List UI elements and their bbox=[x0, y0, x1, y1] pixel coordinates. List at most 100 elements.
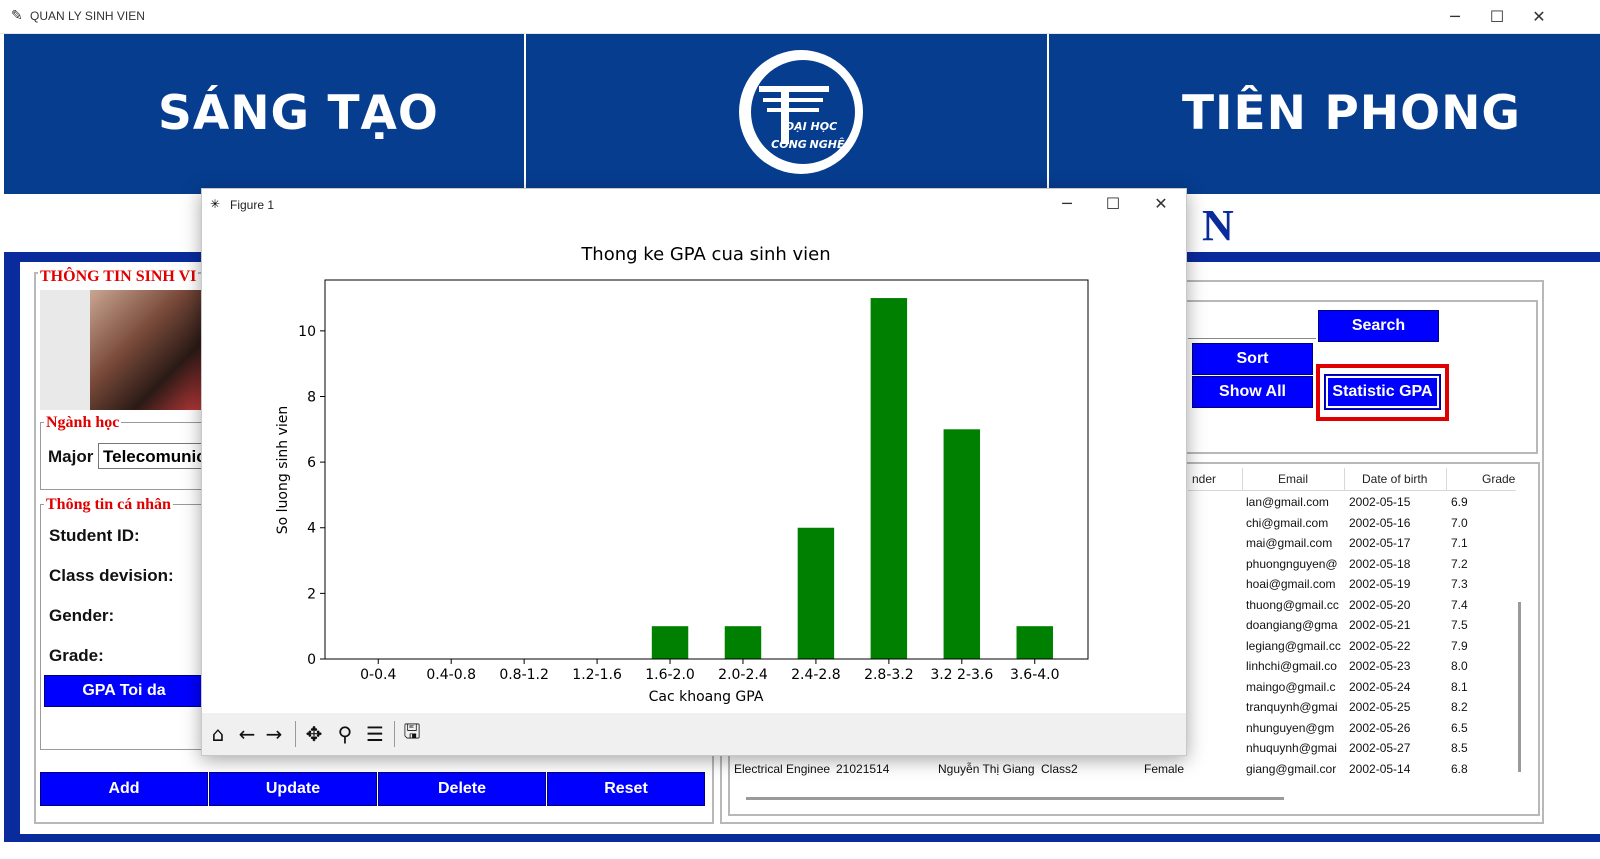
figure-window: ✳ Figure 1 ─ ☐ ✕ Thong ke GPA cua sinh v… bbox=[201, 188, 1187, 756]
table-cell-dob: 2002-05-25 bbox=[1349, 700, 1411, 714]
x-tick-label: 0.8-1.2 bbox=[499, 667, 549, 683]
save-icon[interactable]: 🖫 bbox=[398, 719, 426, 747]
header-grade[interactable]: Grade bbox=[1482, 472, 1515, 486]
student-photo bbox=[90, 290, 204, 410]
table-cell-grade: 8.5 bbox=[1451, 741, 1468, 755]
major-input[interactable]: Telecomunic bbox=[98, 443, 204, 469]
table-cell-grade: 6.9 bbox=[1451, 495, 1468, 509]
configure-subplots-icon[interactable]: ☰ bbox=[361, 721, 389, 747]
minimize-icon[interactable]: ─ bbox=[1432, 0, 1478, 33]
y-tick-label: 0 bbox=[307, 652, 316, 668]
table-cell-email: phuongnguyen@ bbox=[1246, 556, 1338, 571]
bar-9 bbox=[1016, 626, 1053, 659]
gender-label: Gender: bbox=[49, 606, 115, 625]
show-all-button[interactable]: Show All bbox=[1192, 376, 1313, 408]
figure-maximize-icon[interactable]: ☐ bbox=[1090, 188, 1136, 219]
zoom-icon[interactable]: ⚲ bbox=[331, 721, 359, 747]
table-cell-dob: 2002-05-15 bbox=[1349, 495, 1411, 509]
major-group-title: Ngành học bbox=[44, 414, 122, 432]
x-tick-label: 2.4-2.8 bbox=[791, 667, 841, 683]
table-cell-email: lan@gmail.com bbox=[1246, 495, 1329, 509]
home-icon[interactable]: ⌂ bbox=[204, 721, 232, 747]
figure-minimize-icon[interactable]: ─ bbox=[1044, 188, 1090, 219]
personal-group-title: Thông tin cá nhân bbox=[44, 496, 173, 514]
table-cell-grade: 7.4 bbox=[1451, 597, 1468, 612]
gpa-bar-chart: Thong ke GPA cua sinh vien Cac khoang GP… bbox=[275, 244, 1089, 705]
logo-line-2b: NGHỆ bbox=[810, 137, 845, 151]
table-cell-grade: 8.0 bbox=[1451, 659, 1468, 673]
table-cell-dob: 2002-05-22 bbox=[1349, 638, 1411, 653]
bar-4 bbox=[651, 626, 689, 659]
table-cell-dob: 2002-05-27 bbox=[1349, 741, 1411, 755]
statistic-gpa-button[interactable]: Statistic GPA bbox=[1324, 374, 1441, 410]
maximize-icon[interactable]: ☐ bbox=[1474, 0, 1520, 33]
banner-right-text: TIÊN PHONG bbox=[1182, 86, 1521, 141]
table-cell-grade: 7.5 bbox=[1451, 618, 1468, 632]
row-last-name: Nguyễn Thị Giang bbox=[938, 762, 1035, 776]
subtitle-fragment: N bbox=[1202, 201, 1234, 250]
y-tick-label: 8 bbox=[307, 389, 316, 405]
student-info-title: THÔNG TIN SINH VI bbox=[38, 268, 199, 286]
table-cell-dob: 2002-05-18 bbox=[1349, 556, 1411, 571]
table-cell-email: nhuquynh@gmai bbox=[1246, 741, 1337, 755]
table-cell-email: tranquynh@gmai bbox=[1246, 700, 1338, 714]
table-header-row bbox=[1188, 468, 1516, 491]
table-cell-grade: 7.1 bbox=[1451, 536, 1468, 550]
header-gender[interactable]: nder bbox=[1192, 472, 1216, 486]
window-title: QUAN LY SINH VIEN bbox=[30, 9, 145, 23]
row-last-id: 21021514 bbox=[836, 762, 890, 776]
x-tick-label: 3.2 2-3.6 bbox=[930, 667, 993, 683]
reset-button[interactable]: Reset bbox=[547, 772, 705, 806]
row-last-email: giang@gmail.cor bbox=[1246, 762, 1337, 776]
table-cell-grade: 8.2 bbox=[1451, 700, 1468, 714]
search-button[interactable]: Search bbox=[1318, 310, 1439, 342]
pan-icon[interactable]: ✥ bbox=[300, 721, 328, 747]
row-last-gender: Female bbox=[1144, 762, 1185, 776]
x-axis-label: Cac khoang GPA bbox=[649, 689, 764, 705]
y-tick-label: 4 bbox=[307, 521, 316, 537]
table-cell-dob: 2002-05-26 bbox=[1349, 720, 1411, 735]
back-arrow-icon[interactable]: ← bbox=[233, 721, 261, 747]
figure-title-bar: ✳ Figure 1 ─ ☐ ✕ bbox=[202, 189, 1186, 220]
row-last-class: Class2 bbox=[1041, 762, 1078, 776]
add-button[interactable]: Add bbox=[40, 772, 208, 806]
class-label: Class devision: bbox=[49, 566, 174, 585]
bar-7 bbox=[870, 298, 908, 659]
student-id-label: Student ID: bbox=[49, 526, 140, 545]
sort-button[interactable]: Sort bbox=[1192, 343, 1313, 375]
forward-arrow-icon[interactable]: → bbox=[260, 721, 288, 747]
update-button[interactable]: Update bbox=[209, 772, 377, 806]
feather-icon: ✎ bbox=[11, 7, 23, 23]
x-tick-label: 3.6-4.0 bbox=[1010, 667, 1060, 683]
table-cell-email: chi@gmail.com bbox=[1246, 515, 1329, 530]
table-cell-dob: 2002-05-24 bbox=[1349, 679, 1411, 694]
y-ticks-group: 0 2 4 6 8 10 bbox=[298, 324, 325, 668]
close-icon[interactable]: ✕ bbox=[1516, 0, 1562, 33]
major-label: Major bbox=[48, 447, 94, 466]
search-input[interactable] bbox=[1188, 312, 1316, 339]
table-cell-grade: 6.5 bbox=[1451, 720, 1468, 735]
table-cell-grade: 7.2 bbox=[1451, 556, 1468, 571]
table-cell-grade: 7.3 bbox=[1451, 577, 1468, 591]
table-cell-dob: 2002-05-20 bbox=[1349, 597, 1411, 612]
x-tick-label: 1.6-2.0 bbox=[645, 667, 695, 683]
x-tick-label: 2.0-2.4 bbox=[718, 667, 768, 683]
table-cell-email: hoai@gmail.com bbox=[1246, 577, 1336, 591]
bars-group bbox=[651, 298, 1053, 659]
gpa-max-button[interactable]: GPA Toi da bbox=[44, 675, 204, 707]
delete-button[interactable]: Delete bbox=[378, 772, 546, 806]
figure-title: Figure 1 bbox=[230, 198, 275, 212]
table-cell-email: maingo@gmail.c bbox=[1246, 679, 1336, 694]
vertical-scrollbar[interactable] bbox=[1518, 602, 1521, 772]
bar-6 bbox=[797, 527, 835, 659]
bar-8 bbox=[943, 429, 981, 659]
horizontal-scrollbar[interactable] bbox=[746, 797, 1284, 800]
table-cell-email: doangiang@gma bbox=[1246, 618, 1338, 632]
figure-close-icon[interactable]: ✕ bbox=[1138, 188, 1184, 219]
header-dob[interactable]: Date of birth bbox=[1362, 472, 1427, 486]
bar-5 bbox=[724, 626, 762, 659]
header-email[interactable]: Email bbox=[1278, 472, 1308, 486]
header-banner: SÁNG TẠO TIÊN PHONG ĐẠI HỌC CÔNG NGHỆ bbox=[4, 34, 1600, 194]
row-last-major: Electrical Enginee bbox=[734, 762, 831, 776]
y-axis-label: So luong sinh vien bbox=[275, 406, 291, 534]
